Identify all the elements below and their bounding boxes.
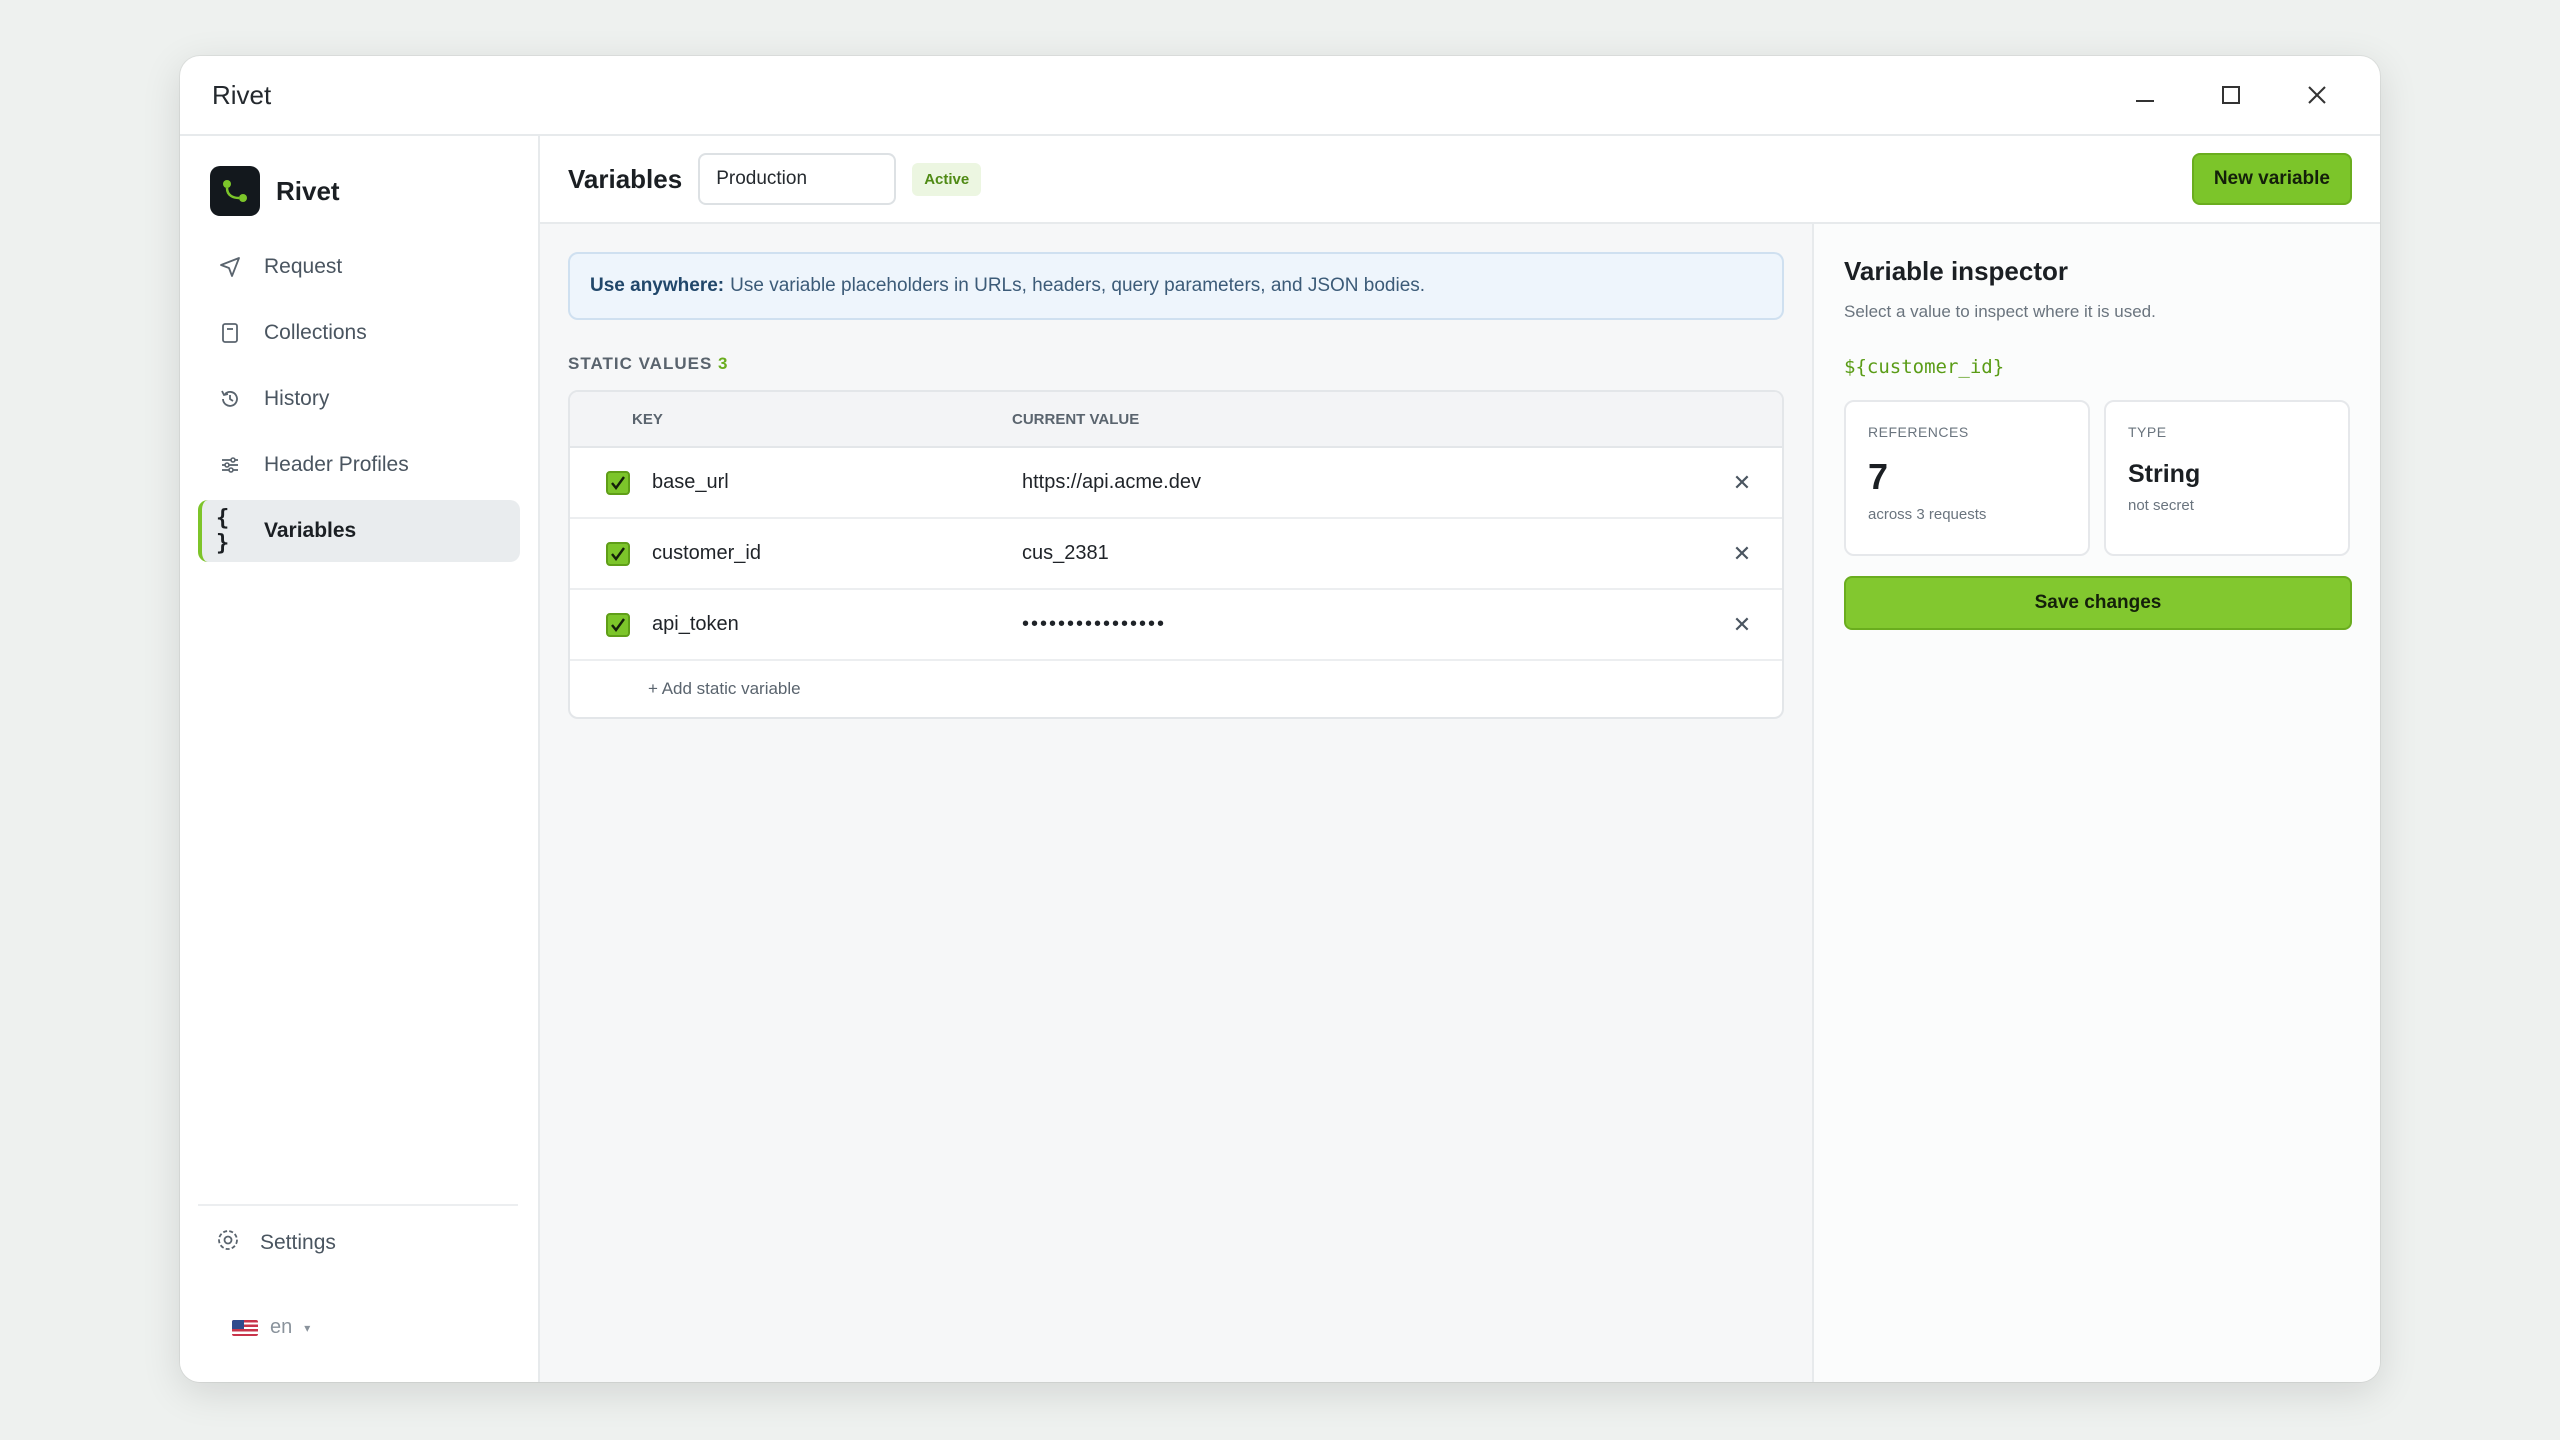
references-card: REFERENCES 7 across 3 requests [1844,400,2090,556]
sidebar-item-label: History [264,387,330,410]
notice-text: Use variable placeholders in URLs, heade… [730,275,1426,296]
page-title: Variables [568,163,683,194]
static-values-heading: STATIC VALUES 3 [568,354,728,374]
braces-icon: { } [216,506,230,556]
sidebar-item-label: Collections [264,321,367,344]
type-note: not secret [2128,497,2194,514]
book-icon [216,319,244,347]
main-header: Variables Production Active New variable [540,136,2380,224]
chevron-down-icon: ▾ [304,1320,311,1335]
delete-row-button[interactable]: ✕ [1722,612,1762,638]
sidebar-item-label: Variables [264,519,357,542]
delete-row-button[interactable]: ✕ [1722,470,1762,496]
history-icon [216,385,244,413]
variable-inspector: Variable inspector Select a value to ins… [1812,224,2380,1382]
references-note: across 3 requests [1868,506,1987,523]
sidebar: Rivet Request Collections History Header… [180,136,540,1382]
environment-select[interactable]: Production [698,153,897,205]
column-header-value: CURRENT VALUE [1012,410,1140,428]
close-button[interactable] [2286,64,2348,126]
references-count: 7 [1868,456,1889,497]
inspector-title: Variable inspector [1844,256,2068,286]
sidebar-nav: Request Collections History Header Profi… [198,236,520,566]
variable-key[interactable]: customer_id [652,542,1022,565]
table-header: KEY CURRENT VALUE [570,392,1782,448]
title-bar: Rivet [180,56,2380,136]
app-window: Rivet Rivet Request Collections History … [180,56,2380,1382]
variable-key[interactable]: api_token [652,613,1022,636]
type-card: TYPE String not secret [2104,400,2350,556]
sidebar-item-history[interactable]: History [198,368,520,430]
delete-row-button[interactable]: ✕ [1722,541,1762,567]
type-value: String [2128,460,2201,488]
enabled-checkbox[interactable] [606,612,630,637]
sidebar-item-settings[interactable]: Settings [216,1228,336,1258]
check-icon [611,475,625,490]
sidebar-item-variables[interactable]: { } Variables [198,500,520,562]
column-header-key: KEY [632,410,663,428]
us-flag-icon [232,1319,258,1336]
sidebar-item-request[interactable]: Request [198,236,520,298]
rivet-logo-icon [210,166,260,216]
inspected-variable: ${customer_id} [1844,356,2005,378]
info-notice: Use anywhere: Use variable placeholders … [568,252,1784,320]
language-selector[interactable]: en ▾ [232,1316,310,1339]
enabled-checkbox[interactable] [606,470,630,495]
sidebar-item-label: Header Profiles [264,453,409,476]
check-icon [611,617,625,632]
variable-key[interactable]: base_url [652,471,1022,494]
gear-icon [216,1228,240,1258]
minimize-icon [2136,100,2154,102]
settings-label: Settings [260,1231,336,1254]
add-static-variable-button[interactable]: + Add static variable [570,661,1782,717]
enabled-checkbox[interactable] [606,541,630,566]
table-row: customer_id cus_2381 ✕ [570,519,1782,590]
send-icon [216,253,244,281]
window-title: Rivet [212,79,272,110]
sidebar-item-header-profiles[interactable]: Header Profiles [198,434,520,496]
section-label-text: STATIC VALUES [568,354,713,373]
type-label: TYPE [2128,424,2167,440]
close-icon [2308,86,2326,104]
new-variable-button[interactable]: New variable [2191,153,2352,205]
brand[interactable]: Rivet [210,166,340,216]
status-badge: Active [912,162,982,196]
sliders-icon [216,451,244,479]
variable-value-masked[interactable]: •••••••••••••••• [1022,613,1722,636]
sidebar-item-collections[interactable]: Collections [198,302,520,364]
language-code: en [270,1316,293,1338]
variable-value[interactable]: https://api.acme.dev [1022,471,1722,494]
variables-content: Use anywhere: Use variable placeholders … [540,224,1812,1382]
sidebar-divider [198,1204,518,1206]
check-icon [611,546,625,561]
static-values-table: KEY CURRENT VALUE base_url https://api.a… [568,390,1784,719]
sidebar-item-label: Request [264,255,343,278]
table-row: api_token •••••••••••••••• ✕ [570,590,1782,661]
static-values-count: 3 [718,354,729,373]
main-panel: Variables Production Active New variable… [540,136,2380,1382]
variable-value[interactable]: cus_2381 [1022,542,1722,565]
save-changes-button[interactable]: Save changes [1844,576,2352,630]
maximize-button[interactable] [2200,64,2262,126]
references-label: REFERENCES [1868,424,1969,440]
inspector-subtitle: Select a value to inspect where it is us… [1844,302,2156,321]
minimize-button[interactable] [2114,64,2176,126]
brand-name: Rivet [276,175,340,206]
notice-lead: Use anywhere: [590,275,725,296]
table-row: base_url https://api.acme.dev ✕ [570,448,1782,519]
maximize-icon [2222,86,2240,104]
